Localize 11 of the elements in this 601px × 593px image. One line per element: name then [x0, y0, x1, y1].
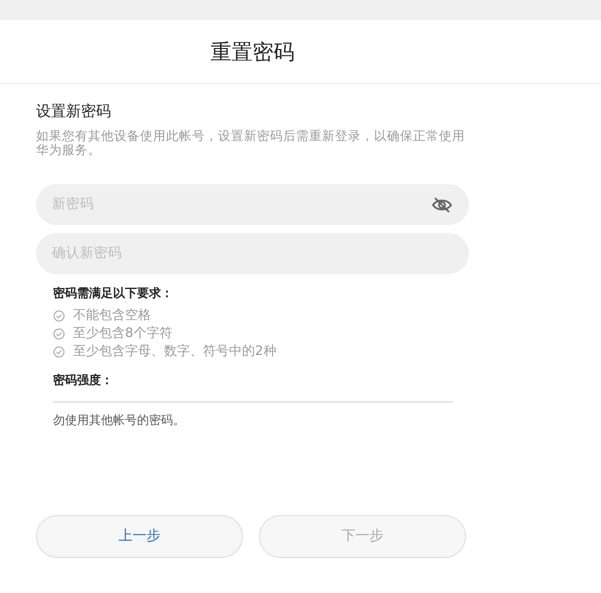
requirement-text: 至少包含字母、数字、符号中的2种	[73, 342, 276, 360]
requirement-text: 不能包含空格	[73, 306, 151, 324]
description: 如果您有其他设备使用此帐号，设置新密码后需重新登录，以确保正常使用华为服务。	[36, 128, 466, 156]
strength-label: 密码强度：	[53, 372, 114, 388]
eye-slash-icon[interactable]	[431, 196, 453, 214]
section-title: 设置新密码	[36, 101, 112, 122]
back-button[interactable]: 上一步	[36, 514, 243, 558]
requirements-heading: 密码需满足以下要求：	[53, 284, 174, 302]
hint-text: 勿使用其他帐号的密码。	[53, 412, 186, 428]
page-title: 重置密码	[210, 39, 296, 66]
requirement-text: 至少包含8个字符	[73, 324, 172, 342]
